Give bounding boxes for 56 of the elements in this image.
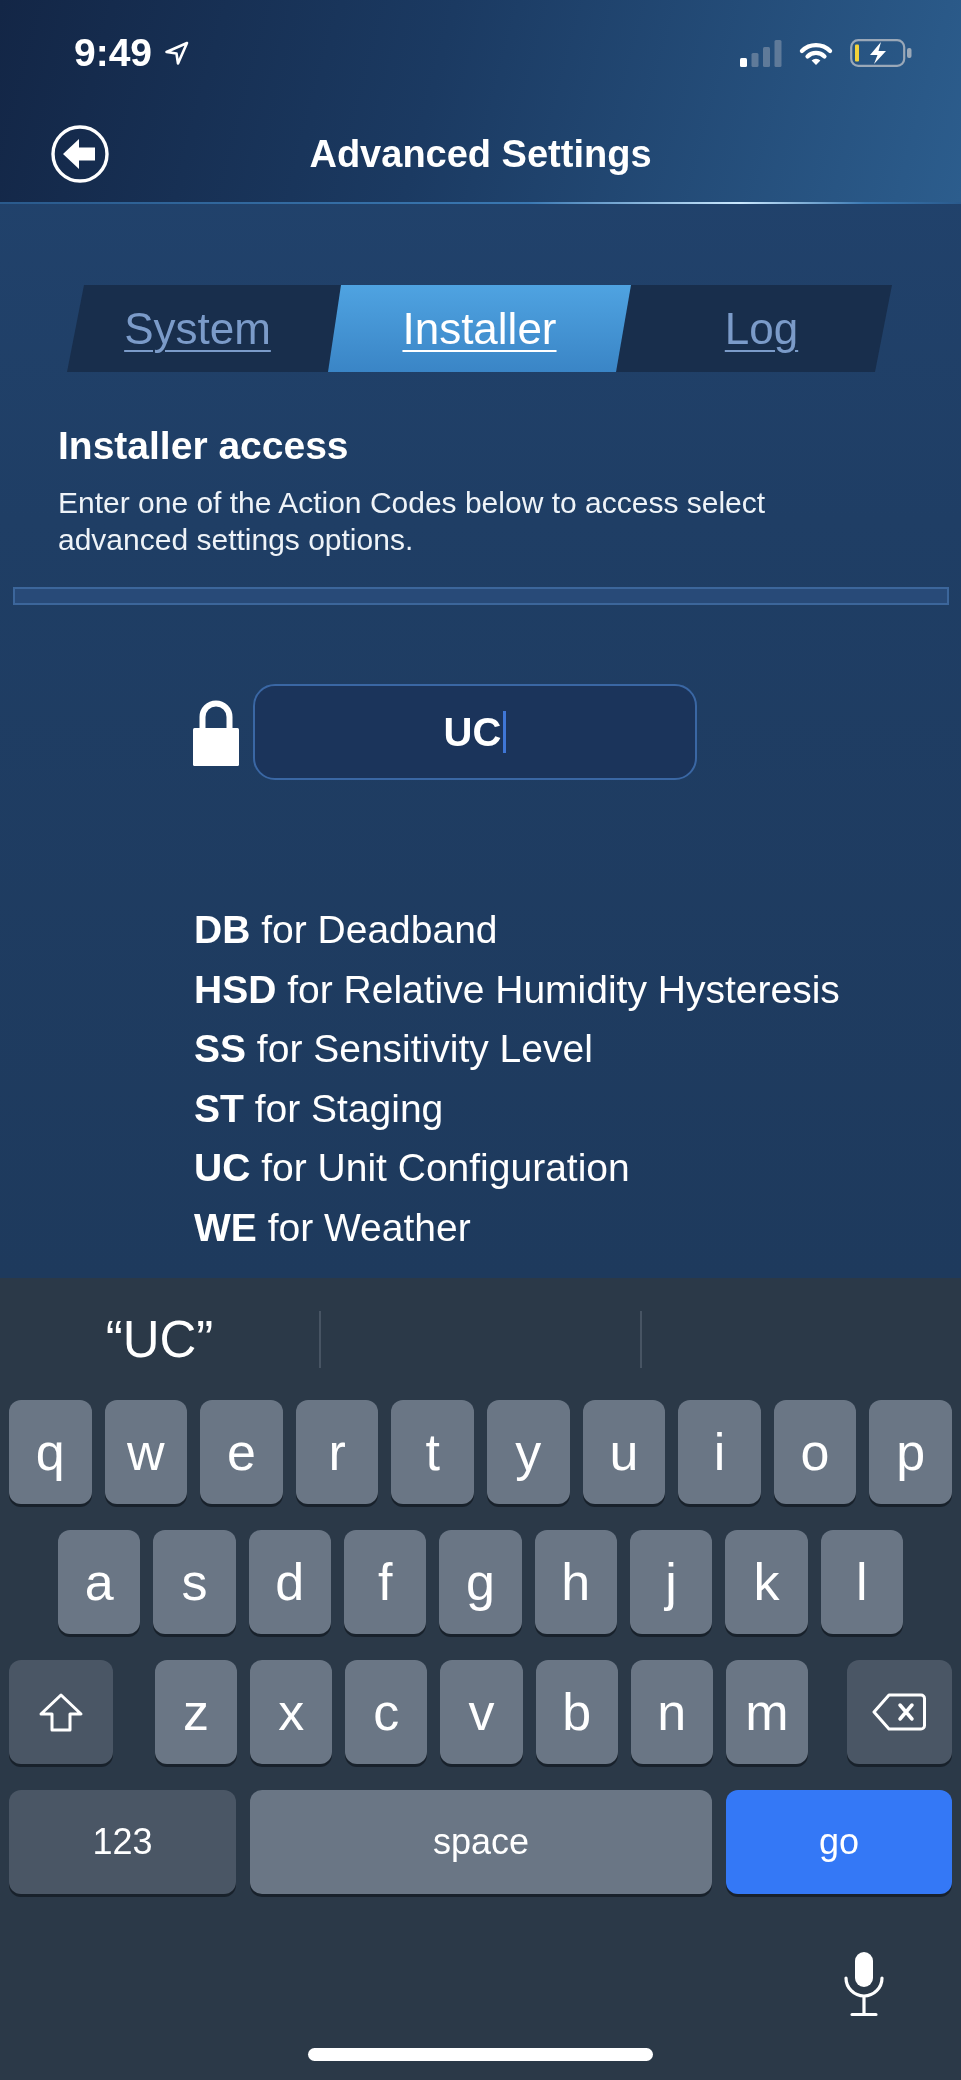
letter-key[interactable]: w — [104, 1400, 188, 1504]
battery-icon — [850, 39, 912, 67]
letter-key[interactable]: k — [725, 1530, 808, 1634]
letter-key[interactable]: e — [200, 1400, 283, 1504]
status-time: 9:49 — [74, 31, 153, 75]
go-button[interactable]: go — [726, 1790, 952, 1894]
letter-key[interactable]: c — [345, 1660, 428, 1764]
lock-icon — [193, 698, 239, 766]
letter-key[interactable]: g — [439, 1530, 522, 1634]
tab[interactable]: Log — [631, 285, 892, 372]
back-button[interactable] — [51, 125, 109, 183]
letter-key[interactable]: u — [582, 1400, 666, 1504]
letter-key[interactable]: i — [678, 1400, 761, 1504]
letter-key[interactable]: r — [295, 1400, 379, 1504]
action-code-text: DB for Deadband — [194, 907, 498, 953]
action-code-text: WE for Weather — [194, 1204, 471, 1251]
letter-key[interactable]: a — [58, 1530, 141, 1634]
delete-key[interactable] — [847, 1660, 952, 1764]
text-cursor-icon — [503, 711, 507, 753]
letter-key[interactable]: d — [248, 1530, 331, 1634]
backspace-icon — [872, 1693, 927, 1731]
tab[interactable]: System — [67, 285, 328, 372]
section-description: Enter one of the Action Codes below to access select advanced settings options. — [58, 485, 767, 558]
microphone-icon[interactable] — [841, 1951, 887, 2017]
letter-key[interactable]: m — [725, 1660, 808, 1764]
action-code-text: HSD for Relative Humidity Hysteresis — [194, 966, 840, 1013]
letter-key[interactable]: v — [440, 1660, 523, 1764]
letter-key[interactable]: x — [250, 1660, 333, 1764]
letter-key[interactable]: t — [391, 1400, 474, 1504]
letter-key[interactable]: y — [486, 1400, 570, 1504]
letter-key[interactable]: l — [820, 1530, 903, 1634]
letter-key[interactable]: s — [153, 1530, 236, 1634]
tab[interactable]: Installer — [328, 285, 631, 372]
action-code-text: SS for Sensitivity Level — [194, 1026, 593, 1073]
section-title: Installer access — [58, 424, 349, 468]
letter-key[interactable]: j — [629, 1530, 713, 1634]
letter-key[interactable]: h — [534, 1530, 617, 1634]
letter-key[interactable]: o — [773, 1400, 857, 1504]
numbers-key[interactable]: 123 — [9, 1790, 236, 1894]
signal-icon — [740, 39, 782, 67]
letter-key[interactable]: f — [344, 1530, 427, 1634]
wifi-icon — [797, 40, 835, 66]
letter-key[interactable]: q — [9, 1400, 92, 1504]
letter-key[interactable]: b — [535, 1660, 618, 1764]
code-input-field[interactable]: UC — [253, 684, 697, 780]
shift-key[interactable] — [9, 1660, 113, 1764]
letter-key[interactable]: p — [869, 1400, 952, 1504]
suggestion-item[interactable]: “UC” — [105, 1310, 214, 1368]
location-arrow-icon — [164, 40, 190, 66]
up-arrow-icon — [38, 1691, 84, 1733]
space-key[interactable]: space — [250, 1790, 712, 1894]
action-code-text: ST for Staging — [194, 1085, 444, 1132]
letter-key[interactable]: n — [630, 1660, 713, 1764]
action-code-text: UC for Unit Configuration — [194, 1145, 630, 1192]
page-title: Advanced Settings — [309, 132, 652, 176]
letter-key[interactable]: z — [155, 1660, 238, 1764]
